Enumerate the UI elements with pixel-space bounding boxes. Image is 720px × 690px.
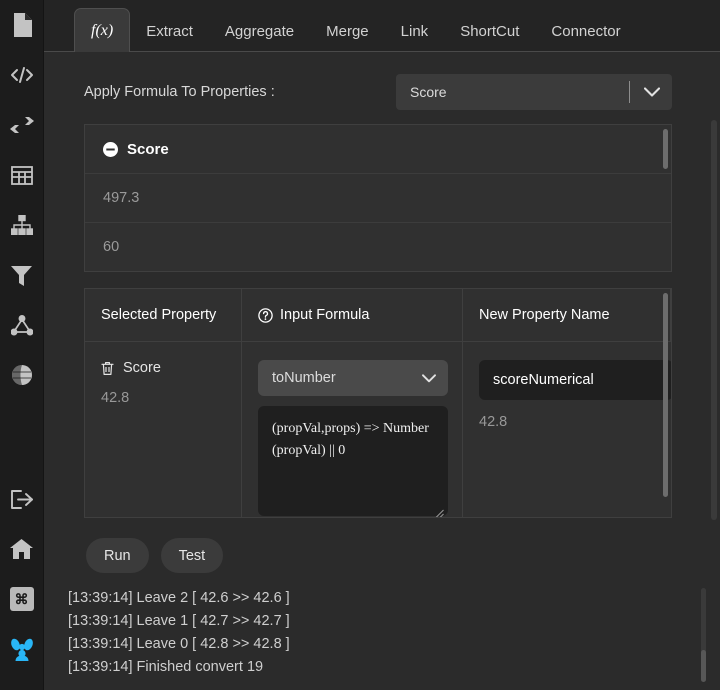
selected-property-label: Score bbox=[123, 360, 161, 376]
file-icon bbox=[12, 13, 32, 37]
preview-table: Score 497.3 60 bbox=[84, 124, 672, 272]
formula-function-select[interactable]: toNumber bbox=[258, 360, 448, 396]
log-line: [13:39:14] Finished convert 19 bbox=[68, 656, 720, 679]
log-line: [13:39:14] Leave 1 [ 42.7 >> 42.7 ] bbox=[68, 610, 720, 633]
column-header-selected-property: Selected Property bbox=[85, 289, 242, 341]
new-property-value: 42.8 bbox=[479, 414, 672, 430]
formula-textarea[interactable]: (propVal,props) => Number(propVal) || 0 bbox=[258, 406, 448, 516]
globe-icon bbox=[11, 364, 33, 386]
export-icon bbox=[10, 490, 33, 509]
sidebar-item-file[interactable] bbox=[0, 0, 44, 50]
page-scrollbar[interactable] bbox=[711, 120, 717, 520]
preview-table-header: Score bbox=[85, 125, 671, 174]
filter-icon bbox=[11, 265, 32, 286]
column-header-input-formula: Input Formula bbox=[242, 289, 463, 341]
run-button[interactable]: Run bbox=[86, 538, 149, 573]
test-button[interactable]: Test bbox=[161, 538, 224, 573]
formula-table-scrollbar[interactable] bbox=[663, 293, 668, 497]
table-row: 60 bbox=[85, 223, 671, 272]
tab-aggregate[interactable]: Aggregate bbox=[209, 11, 310, 51]
command-icon: ⌘ bbox=[10, 587, 34, 611]
sidebar: ⌘ bbox=[0, 0, 44, 690]
minus-circle-icon[interactable] bbox=[103, 142, 118, 157]
preview-table-scrollbar[interactable] bbox=[663, 129, 668, 169]
tab-link[interactable]: Link bbox=[385, 11, 445, 51]
home-icon bbox=[10, 539, 33, 559]
formula-table-row: Score 42.8 toNumber (propVal,p bbox=[85, 342, 671, 518]
log-line: [13:39:14] Leave 2 [ 42.6 >> 42.6 ] bbox=[68, 587, 720, 610]
formula-table-header: Selected Property Input Formula New Prop… bbox=[85, 289, 671, 342]
chevron-down-icon bbox=[422, 360, 436, 396]
selected-property-value: 42.8 bbox=[101, 390, 241, 406]
resize-handle-icon[interactable] bbox=[435, 504, 444, 513]
tab-shortcut[interactable]: ShortCut bbox=[444, 11, 535, 51]
transfer-icon bbox=[10, 116, 34, 134]
hierarchy-icon bbox=[11, 215, 33, 235]
log-line: [13:39:14] Leave 0 [ 42.8 >> 42.8 ] bbox=[68, 633, 720, 656]
sidebar-item-graph[interactable] bbox=[0, 300, 44, 350]
tab-extract[interactable]: Extract bbox=[130, 11, 209, 51]
property-select[interactable]: Score bbox=[396, 74, 672, 110]
sidebar-item-filter[interactable] bbox=[0, 250, 44, 300]
table-row: 497.3 bbox=[85, 174, 671, 223]
chevron-down-icon bbox=[644, 74, 660, 110]
input-formula-cell: toNumber (propVal,props) => Number(propV… bbox=[242, 342, 463, 518]
column-header-new-property-name: New Property Name bbox=[463, 289, 671, 341]
sidebar-item-export[interactable] bbox=[0, 474, 44, 524]
log-scrollbar-thumb[interactable] bbox=[701, 650, 706, 682]
selected-property-cell: Score 42.8 bbox=[85, 342, 242, 518]
formula-text: (propVal,props) => Number(propVal) || 0 bbox=[272, 421, 429, 458]
sidebar-item-globe[interactable] bbox=[0, 350, 44, 400]
formula-table: Selected Property Input Formula New Prop… bbox=[84, 288, 672, 518]
action-buttons: Run Test bbox=[44, 518, 720, 573]
sidebar-item-home[interactable] bbox=[0, 524, 44, 574]
property-select-value: Score bbox=[396, 84, 447, 100]
new-property-cell: scoreNumerical 42.8 bbox=[463, 342, 672, 518]
sidebar-item-table[interactable] bbox=[0, 150, 44, 200]
table-icon bbox=[11, 166, 33, 185]
graph-icon bbox=[11, 315, 33, 336]
help-circle-icon[interactable] bbox=[258, 308, 273, 323]
tab-merge[interactable]: Merge bbox=[310, 11, 385, 51]
sidebar-item-command[interactable]: ⌘ bbox=[0, 574, 44, 624]
trash-icon[interactable] bbox=[101, 361, 114, 376]
main-panel: f(x) Extract Aggregate Merge Link ShortC… bbox=[44, 0, 720, 690]
preview-table-header-label: Score bbox=[127, 141, 169, 158]
sidebar-item-users[interactable] bbox=[0, 624, 44, 674]
sidebar-item-code[interactable] bbox=[0, 50, 44, 100]
column-header-input-formula-label: Input Formula bbox=[280, 307, 369, 323]
formula-function-value: toNumber bbox=[258, 370, 336, 386]
sidebar-item-hierarchy[interactable] bbox=[0, 200, 44, 250]
code-icon bbox=[10, 66, 34, 84]
tab-connector[interactable]: Connector bbox=[535, 11, 636, 51]
tab-bar: f(x) Extract Aggregate Merge Link ShortC… bbox=[44, 0, 720, 52]
apply-formula-row: Apply Formula To Properties : Score bbox=[44, 52, 720, 124]
new-property-name-input[interactable]: scoreNumerical bbox=[479, 360, 672, 400]
tab-fx-label: f(x) bbox=[91, 22, 113, 40]
apply-formula-label: Apply Formula To Properties : bbox=[84, 84, 275, 100]
sidebar-item-transfer[interactable] bbox=[0, 100, 44, 150]
selected-property-name: Score bbox=[101, 360, 241, 376]
app-window: ⌘ f(x) Extract Aggregate Merge bbox=[0, 0, 720, 690]
users-icon bbox=[10, 637, 34, 661]
log-panel: [13:39:14] Leave 2 [ 42.6 >> 42.6 ] [13:… bbox=[68, 587, 720, 679]
tab-fx[interactable]: f(x) bbox=[74, 8, 130, 52]
select-divider bbox=[629, 81, 630, 103]
